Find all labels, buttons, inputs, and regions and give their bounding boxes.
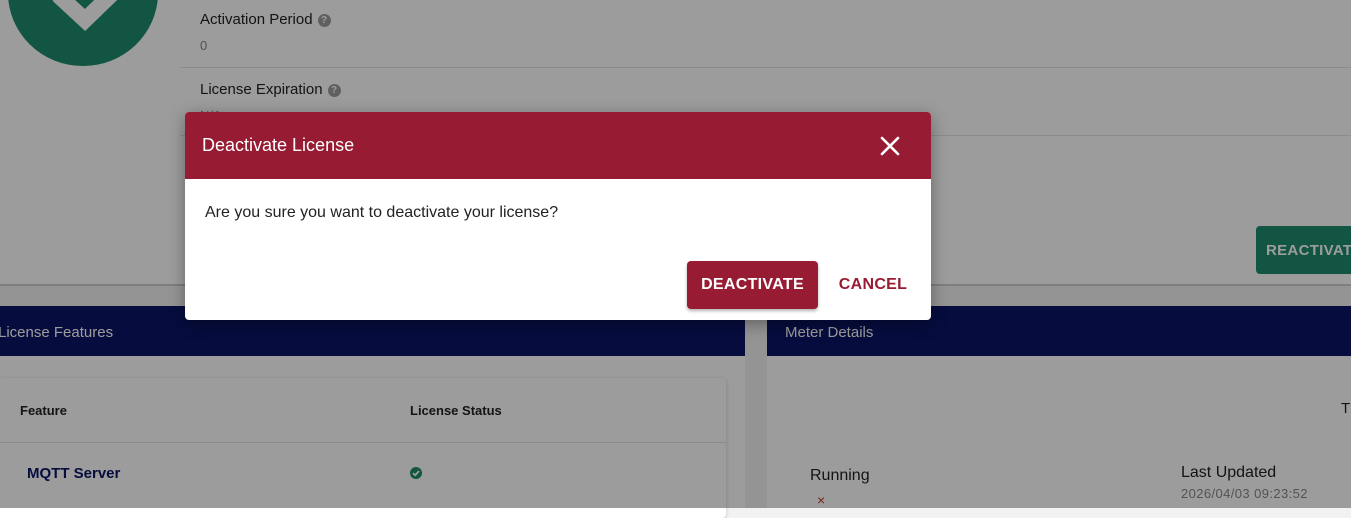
dialog-title: Deactivate License <box>202 135 355 155</box>
close-button[interactable] <box>875 131 905 161</box>
deactivate-button[interactable]: DEACTIVATE <box>687 261 818 309</box>
close-icon <box>880 136 900 156</box>
cancel-button[interactable]: CANCEL <box>829 261 917 309</box>
deactivate-license-dialog: Deactivate License Are you sure you want… <box>185 112 931 320</box>
dialog-message: Are you sure you want to deactivate your… <box>205 204 559 221</box>
dialog-header: Deactivate License <box>185 112 931 179</box>
